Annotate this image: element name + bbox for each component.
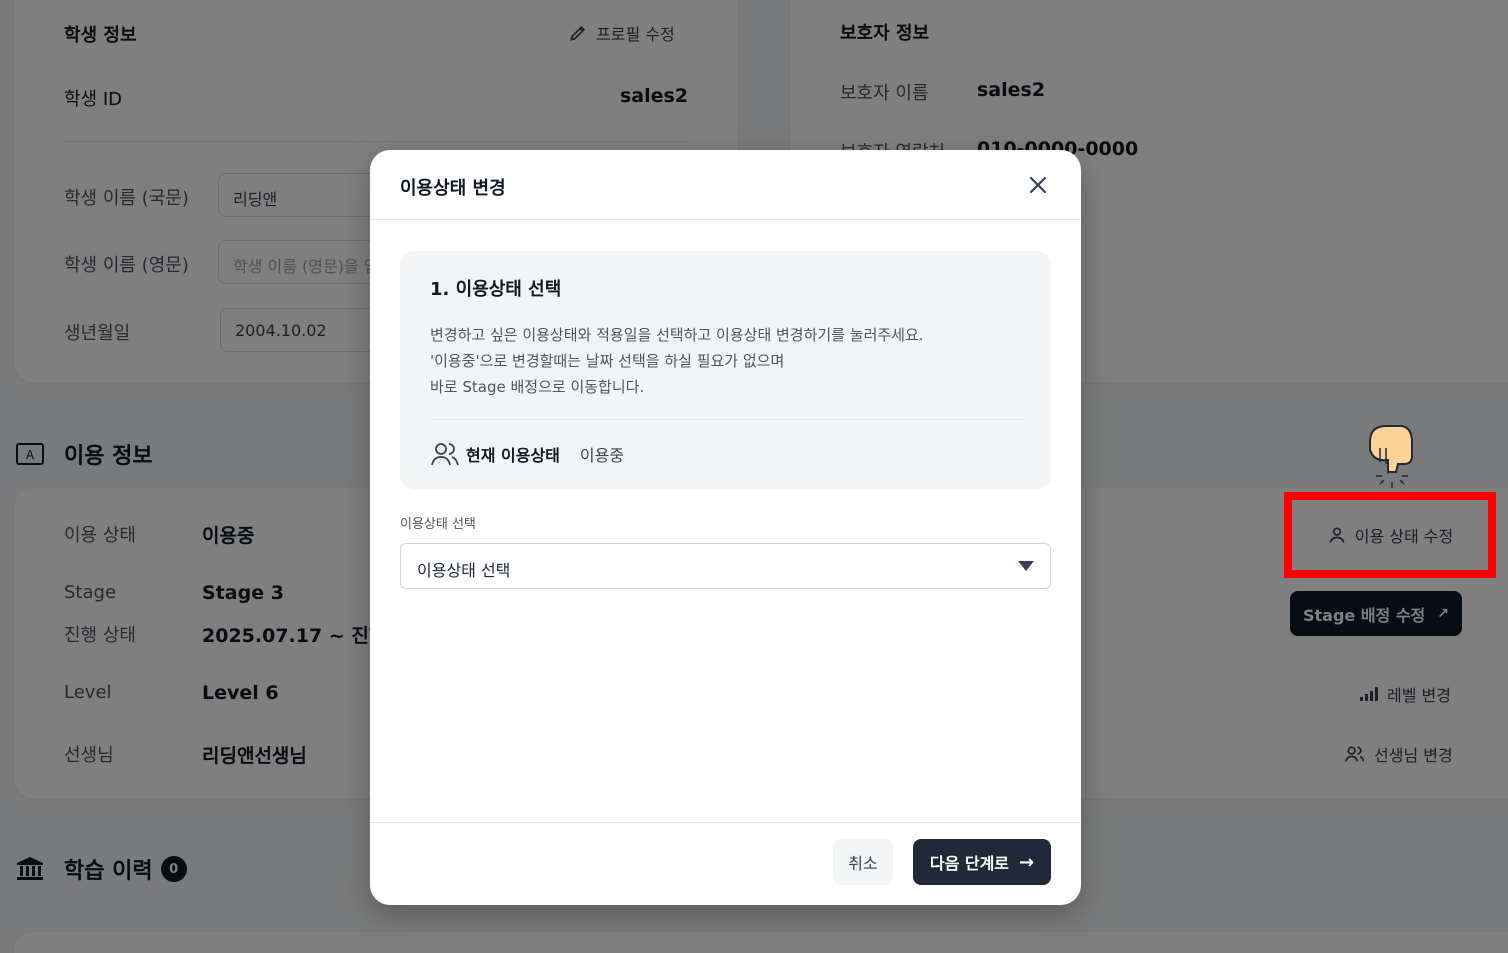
info-divider — [430, 419, 1022, 420]
cancel-button[interactable]: 취소 — [833, 839, 893, 885]
next-step-label: 다음 단계로 — [929, 854, 1010, 873]
next-step-button[interactable]: 다음 단계로 → — [913, 839, 1051, 885]
current-status-row: 현재 이용상태 이용중 — [430, 441, 624, 467]
highlight-box — [1284, 492, 1496, 578]
status-select-value: 이용상태 선택 — [417, 561, 511, 580]
description-line-2: '이용중'으로 변경할때는 날짜 선택을 하실 필요가 없으며 — [430, 352, 785, 370]
status-info-box: 1. 이용상태 선택 변경하고 싶은 이용상태와 적용일을 선택하고 이용상태 … — [400, 251, 1051, 489]
chevron-down-icon — [1018, 561, 1034, 571]
select-label: 이용상태 선택 — [400, 517, 476, 532]
step-title: 1. 이용상태 선택 — [430, 279, 562, 300]
current-status-value: 이용중 — [579, 446, 625, 465]
arrow-right-icon: → — [1019, 851, 1035, 873]
description-line-3: 바로 Stage 배정으로 이동합니다. — [430, 378, 645, 396]
current-status-label: 현재 이용상태 — [466, 446, 560, 465]
modal-title: 이용상태 변경 — [400, 178, 506, 199]
status-select[interactable]: 이용상태 선택 — [400, 543, 1051, 589]
description-line-1: 변경하고 싶은 이용상태와 적용일을 선택하고 이용상태 변경하기를 눌러주세요… — [430, 326, 924, 344]
pointing-hand-icon — [1369, 425, 1413, 488]
close-icon[interactable] — [1027, 174, 1049, 196]
status-change-modal: 이용상태 변경 1. 이용상태 선택 변경하고 싶은 이용상태와 적용일을 선택… — [370, 150, 1081, 905]
users-icon — [431, 443, 459, 466]
modal-header: 이용상태 변경 — [370, 150, 1081, 220]
